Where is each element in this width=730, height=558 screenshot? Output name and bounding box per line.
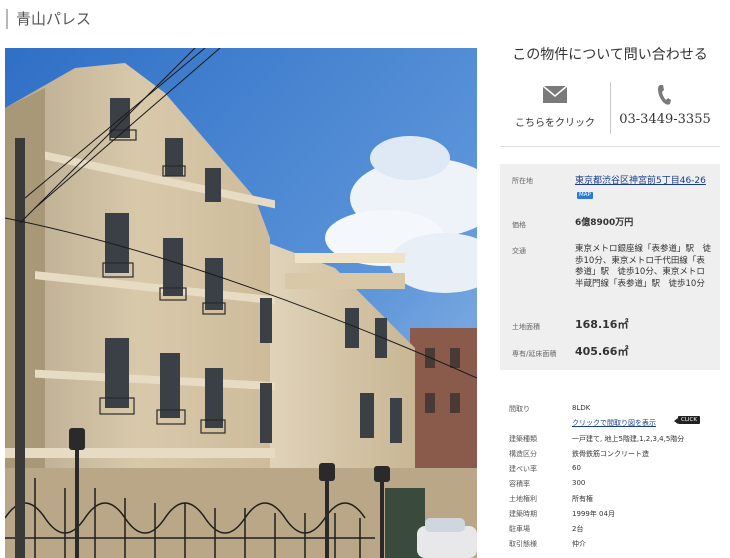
mail-contact-label: こちらをクリック — [515, 118, 595, 129]
location-link[interactable]: 東京都渋谷区神宮前5丁目46-26 — [575, 176, 706, 186]
page-title: 青山パレス — [6, 9, 91, 29]
floor-plan-label: 間取り — [509, 405, 530, 413]
phone-icon — [658, 85, 671, 105]
floor-area-value: 405.66㎡ — [575, 345, 629, 358]
mail-icon — [543, 86, 567, 103]
price-value: 6億8900万円 — [575, 218, 634, 228]
contact-box: こちらをクリック 03-3449-3355 — [500, 76, 720, 147]
floor-plan-value: 8LDK — [572, 404, 591, 412]
spec-value: 一戸建て, 地上5階建,1,2,3,4,5階分 — [572, 435, 685, 443]
spec-row: 土地権利 所有権 — [500, 492, 720, 506]
price-label: 価格 — [512, 221, 526, 229]
phone-number[interactable]: 03-3449-3355 — [610, 112, 720, 127]
spec-label: 構造区分 — [509, 450, 537, 458]
floor-area-label: 専有/延床面積 — [512, 350, 557, 358]
spec-label: 建ぺい率 — [509, 465, 537, 473]
floor-plan-link-row: クリックで間取り図を表示 CLICK — [500, 416, 720, 430]
spec-row: 容積率 300 — [500, 477, 720, 491]
transport-label: 交通 — [512, 247, 526, 255]
contact-heading: この物件について問い合わせる — [512, 47, 708, 63]
spec-row: 建築種類 一戸建て, 地上5階建,1,2,3,4,5階分 — [500, 432, 720, 446]
floor-plan-link[interactable]: クリックで間取り図を表示 — [572, 418, 656, 428]
map-button[interactable]: MAP — [577, 192, 593, 199]
spec-value: 鉄骨鉄筋コンクリート造 — [572, 450, 649, 458]
spec-label: 取引態様 — [509, 540, 537, 548]
spec-label: 建築種類 — [509, 435, 537, 443]
summary-box: 所在地 東京都渋谷区神宮前5丁目46-26MAP 価格 6億8900万円 交通 … — [500, 164, 720, 370]
spec-value: 仲介 — [572, 540, 586, 548]
spec-row: 建ぺい率 60 — [500, 462, 720, 476]
spec-label: 土地権利 — [509, 495, 537, 503]
click-tag[interactable]: CLICK — [678, 416, 700, 424]
land-area-label: 土地面積 — [512, 323, 540, 331]
spec-row-floor-plan: 間取り 8LDK — [500, 402, 720, 416]
spec-value: 2台 — [572, 525, 584, 533]
spec-label: 建築時期 — [509, 510, 537, 518]
spec-label: 駐車場 — [509, 525, 530, 533]
property-photo[interactable] — [5, 48, 477, 558]
phone-contact[interactable]: 03-3449-3355 — [610, 76, 720, 138]
spec-row: 取引態様 仲介 — [500, 537, 720, 551]
spec-label: 容積率 — [509, 480, 530, 488]
land-area-value: 168.16㎡ — [575, 318, 629, 331]
transport-value: 東京メトロ銀座線「表参道」駅 徒歩10分、東京メトロ千代田線「表参道」駅 徒歩1… — [575, 244, 712, 289]
location-label: 所在地 — [512, 177, 533, 185]
mail-contact-button[interactable]: こちらをクリック — [500, 76, 610, 138]
spec-row: 建築時期 1999年 04月 — [500, 507, 720, 521]
spec-value: 60 — [572, 464, 581, 472]
spec-value: 1999年 04月 — [572, 510, 615, 518]
spec-value: 所有権 — [572, 495, 593, 503]
spec-value: 300 — [572, 479, 586, 487]
location-value: 東京都渋谷区神宮前5丁目46-26 MAP — [575, 174, 713, 204]
spec-row: 駐車場 2台 — [500, 522, 720, 536]
spec-row: 構造区分 鉄骨鉄筋コンクリート造 — [500, 447, 720, 461]
